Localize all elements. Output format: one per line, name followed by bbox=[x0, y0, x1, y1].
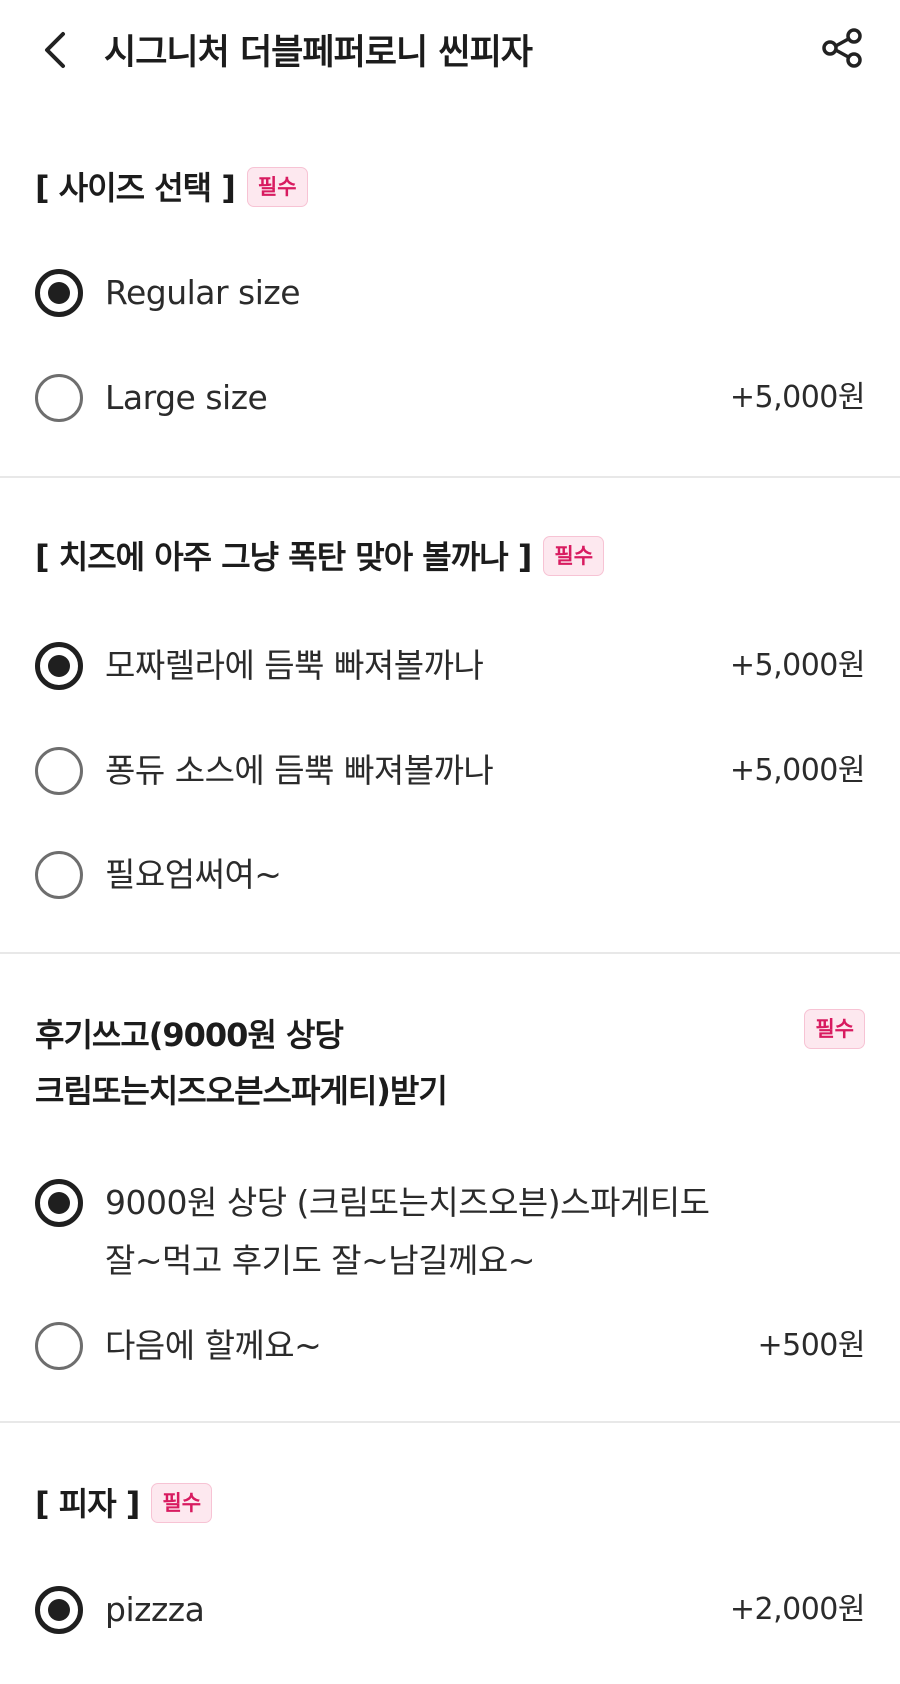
option-label: 필요엄써여~ bbox=[105, 855, 282, 894]
required-badge: 필수 bbox=[543, 536, 605, 576]
radio-button[interactable] bbox=[35, 747, 83, 795]
section-title-text: [ 사이즈 선택 ] bbox=[35, 169, 236, 207]
section-title-pizza: [ 피자 ] 필수 bbox=[35, 1479, 213, 1529]
header-bar: 시그니처 더블페퍼로니 씬피자 bbox=[0, 0, 900, 100]
radio-button[interactable] bbox=[35, 374, 83, 422]
option-price: +500원 bbox=[757, 1328, 866, 1363]
section-divider bbox=[0, 1421, 900, 1423]
option-label: Large size bbox=[105, 378, 268, 417]
radio-button-selected[interactable] bbox=[35, 1179, 83, 1227]
radio-button-selected[interactable] bbox=[35, 269, 83, 317]
section-title-text: [ 피자 ] bbox=[35, 1485, 140, 1523]
chevron-left-icon bbox=[45, 32, 65, 68]
radio-button-selected[interactable] bbox=[35, 1586, 83, 1634]
radio-button-selected[interactable] bbox=[35, 642, 83, 690]
option-label: Regular size bbox=[105, 273, 301, 312]
option-price: +5,000원 bbox=[729, 753, 866, 788]
option-mozzarella[interactable]: 모짜렐라에 듬뿍 빠져볼까나 +5,000원 bbox=[0, 637, 900, 695]
section-title-text: [ 치즈에 아주 그냥 폭탄 맞아 볼까나 ] bbox=[35, 538, 532, 576]
share-button[interactable] bbox=[818, 24, 866, 72]
option-label-line1: 9000원 상당 (크림또는치즈오븐)스파게티도 bbox=[105, 1183, 710, 1222]
option-not-needed[interactable]: 필요엄써여~ bbox=[0, 846, 900, 904]
option-price: +2,000원 bbox=[729, 1592, 866, 1627]
option-review-spaghetti[interactable]: 9000원 상당 (크림또는치즈오븐)스파게티도 잘~먹고 후기도 잘~남길께요… bbox=[0, 1174, 900, 1290]
option-next-time[interactable]: 다음에 할께요~ +500원 bbox=[0, 1317, 900, 1375]
required-badge: 필수 bbox=[246, 167, 308, 207]
option-label-line2: 잘~먹고 후기도 잘~남길께요~ bbox=[105, 1241, 535, 1280]
option-label: 퐁듀 소스에 듬뿍 빠져볼까나 bbox=[105, 751, 494, 790]
page-title: 시그니처 더블페퍼로니 씬피자 bbox=[104, 33, 533, 73]
section-title-review-line1: 후기쓰고(9000원 상당 bbox=[35, 1016, 344, 1054]
option-price: +5,000원 bbox=[729, 380, 866, 415]
back-button[interactable] bbox=[34, 22, 78, 78]
section-title-cheese: [ 치즈에 아주 그냥 폭탄 맞아 볼까나 ] 필수 bbox=[35, 532, 605, 582]
option-regular-size[interactable]: Regular size bbox=[0, 264, 900, 322]
required-badge: 필수 bbox=[151, 1483, 213, 1523]
section-title-review-line2: 크림또는치즈오븐스파게티)받기 bbox=[35, 1072, 448, 1110]
section-divider bbox=[0, 476, 900, 478]
radio-button[interactable] bbox=[35, 851, 83, 899]
share-icon bbox=[822, 28, 862, 68]
option-price: +5,000원 bbox=[729, 648, 866, 683]
section-divider bbox=[0, 952, 900, 954]
option-label: 모짜렐라에 듬뿍 빠져볼까나 bbox=[105, 646, 484, 685]
radio-button[interactable] bbox=[35, 1322, 83, 1370]
option-label: pizzza bbox=[105, 1590, 205, 1629]
required-badge: 필수 bbox=[804, 1009, 865, 1049]
option-label: 다음에 할께요~ bbox=[105, 1326, 322, 1365]
option-fondue-sauce[interactable]: 퐁듀 소스에 듬뿍 빠져볼까나 +5,000원 bbox=[0, 742, 900, 800]
option-pizzza[interactable]: pizzza +2,000원 bbox=[0, 1581, 900, 1639]
section-title-size: [ 사이즈 선택 ] 필수 bbox=[35, 163, 308, 213]
option-large-size[interactable]: Large size +5,000원 bbox=[0, 369, 900, 427]
